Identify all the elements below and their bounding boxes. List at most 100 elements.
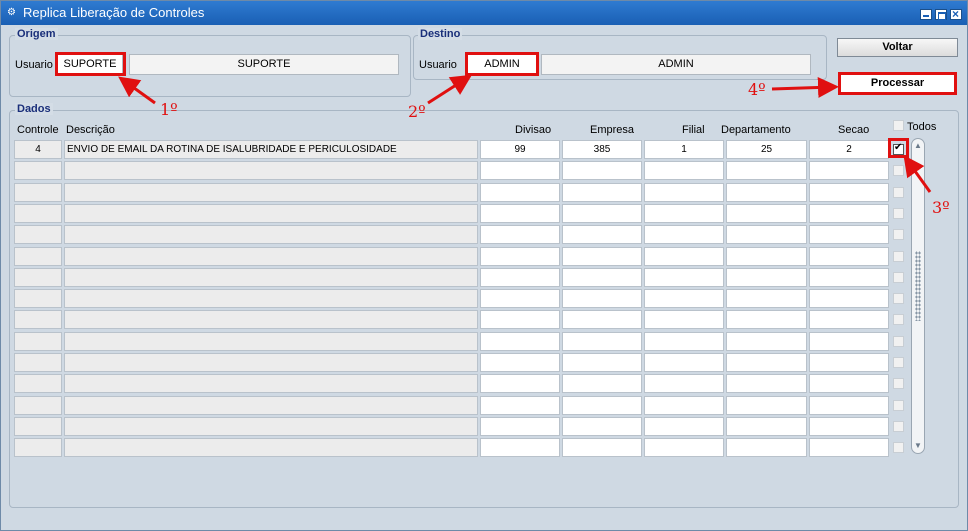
cell-filial[interactable] (644, 353, 724, 372)
cell-controle[interactable] (14, 225, 62, 244)
cell-secao[interactable] (809, 374, 889, 393)
cell-empresa[interactable] (562, 332, 642, 351)
cell-descricao[interactable] (64, 289, 478, 308)
cell-departamento[interactable] (726, 268, 807, 287)
cell-filial[interactable] (644, 225, 724, 244)
cell-secao[interactable] (809, 204, 889, 223)
cell-filial[interactable] (644, 438, 724, 457)
cell-divisao[interactable] (480, 310, 560, 329)
cell-empresa[interactable] (562, 225, 642, 244)
cell-descricao[interactable] (64, 396, 478, 415)
cell-controle[interactable] (14, 310, 62, 329)
cell-empresa[interactable] (562, 183, 642, 202)
cell-empresa[interactable] (562, 438, 642, 457)
row-select-checkbox[interactable] (893, 251, 904, 262)
cell-controle[interactable] (14, 374, 62, 393)
cell-descricao[interactable]: ENVIO DE EMAIL DA ROTINA DE ISALUBRIDADE… (64, 140, 478, 159)
cell-empresa[interactable] (562, 289, 642, 308)
row-select-checkbox[interactable] (893, 293, 904, 304)
minimize-button[interactable] (920, 9, 932, 20)
cell-filial[interactable] (644, 417, 724, 436)
maximize-button[interactable] (935, 9, 947, 20)
cell-divisao[interactable] (480, 268, 560, 287)
row-select-checkbox[interactable] (893, 378, 904, 389)
cell-secao[interactable] (809, 417, 889, 436)
cell-divisao[interactable] (480, 161, 560, 180)
cell-controle[interactable] (14, 204, 62, 223)
cell-filial[interactable] (644, 332, 724, 351)
cell-controle[interactable] (14, 438, 62, 457)
cell-empresa[interactable] (562, 374, 642, 393)
cell-divisao[interactable] (480, 225, 560, 244)
cell-divisao[interactable] (480, 204, 560, 223)
cell-empresa[interactable] (562, 310, 642, 329)
cell-descricao[interactable] (64, 417, 478, 436)
cell-divisao[interactable] (480, 332, 560, 351)
cell-departamento[interactable]: 25 (726, 140, 807, 159)
origem-user-name-field[interactable]: SUPORTE (129, 54, 399, 75)
row-select-checkbox[interactable] (893, 442, 904, 453)
cell-filial[interactable]: 1 (644, 140, 724, 159)
destino-user-name-field[interactable]: ADMIN (541, 54, 811, 75)
scroll-down-icon[interactable]: ▼ (914, 442, 922, 450)
cell-filial[interactable] (644, 204, 724, 223)
cell-secao[interactable] (809, 310, 889, 329)
cell-controle[interactable]: 4 (14, 140, 62, 159)
cell-descricao[interactable] (64, 247, 478, 266)
cell-descricao[interactable] (64, 268, 478, 287)
row-select-checkbox[interactable] (893, 229, 904, 240)
cell-descricao[interactable] (64, 310, 478, 329)
cell-departamento[interactable] (726, 289, 807, 308)
cell-departamento[interactable] (726, 438, 807, 457)
cell-controle[interactable] (14, 268, 62, 287)
cell-empresa[interactable] (562, 396, 642, 415)
cell-empresa[interactable] (562, 268, 642, 287)
cell-filial[interactable] (644, 374, 724, 393)
cell-departamento[interactable] (726, 247, 807, 266)
cell-descricao[interactable] (64, 161, 478, 180)
cell-empresa[interactable] (562, 417, 642, 436)
cell-controle[interactable] (14, 161, 62, 180)
cell-controle[interactable] (14, 247, 62, 266)
cell-departamento[interactable] (726, 310, 807, 329)
cell-controle[interactable] (14, 417, 62, 436)
cell-departamento[interactable] (726, 204, 807, 223)
cell-filial[interactable] (644, 247, 724, 266)
cell-secao[interactable] (809, 396, 889, 415)
cell-filial[interactable] (644, 268, 724, 287)
cell-descricao[interactable] (64, 183, 478, 202)
cell-departamento[interactable] (726, 161, 807, 180)
cell-departamento[interactable] (726, 353, 807, 372)
row-select-checkbox[interactable] (893, 314, 904, 325)
cell-controle[interactable] (14, 396, 62, 415)
row-select-checkbox[interactable] (893, 208, 904, 219)
cell-descricao[interactable] (64, 204, 478, 223)
cell-filial[interactable] (644, 310, 724, 329)
cell-departamento[interactable] (726, 374, 807, 393)
cell-filial[interactable] (644, 183, 724, 202)
cell-filial[interactable] (644, 289, 724, 308)
cell-secao[interactable] (809, 225, 889, 244)
cell-secao[interactable] (809, 289, 889, 308)
voltar-button[interactable]: Voltar (837, 38, 958, 57)
cell-divisao[interactable] (480, 353, 560, 372)
cell-empresa[interactable] (562, 204, 642, 223)
cell-divisao[interactable] (480, 183, 560, 202)
cell-secao[interactable]: 2 (809, 140, 889, 159)
cell-divisao[interactable] (480, 438, 560, 457)
cell-divisao[interactable] (480, 417, 560, 436)
cell-controle[interactable] (14, 332, 62, 351)
cell-divisao[interactable] (480, 289, 560, 308)
row-select-checkbox[interactable] (893, 165, 904, 176)
scroll-thumb[interactable] (915, 251, 921, 321)
cell-empresa[interactable] (562, 247, 642, 266)
row-select-checkbox[interactable] (893, 272, 904, 283)
cell-descricao[interactable] (64, 225, 478, 244)
cell-divisao[interactable]: 99 (480, 140, 560, 159)
row-select-checkbox[interactable] (893, 336, 904, 347)
cell-secao[interactable] (809, 161, 889, 180)
cell-empresa[interactable] (562, 353, 642, 372)
cell-descricao[interactable] (64, 332, 478, 351)
cell-departamento[interactable] (726, 396, 807, 415)
scroll-up-icon[interactable]: ▲ (914, 142, 922, 150)
